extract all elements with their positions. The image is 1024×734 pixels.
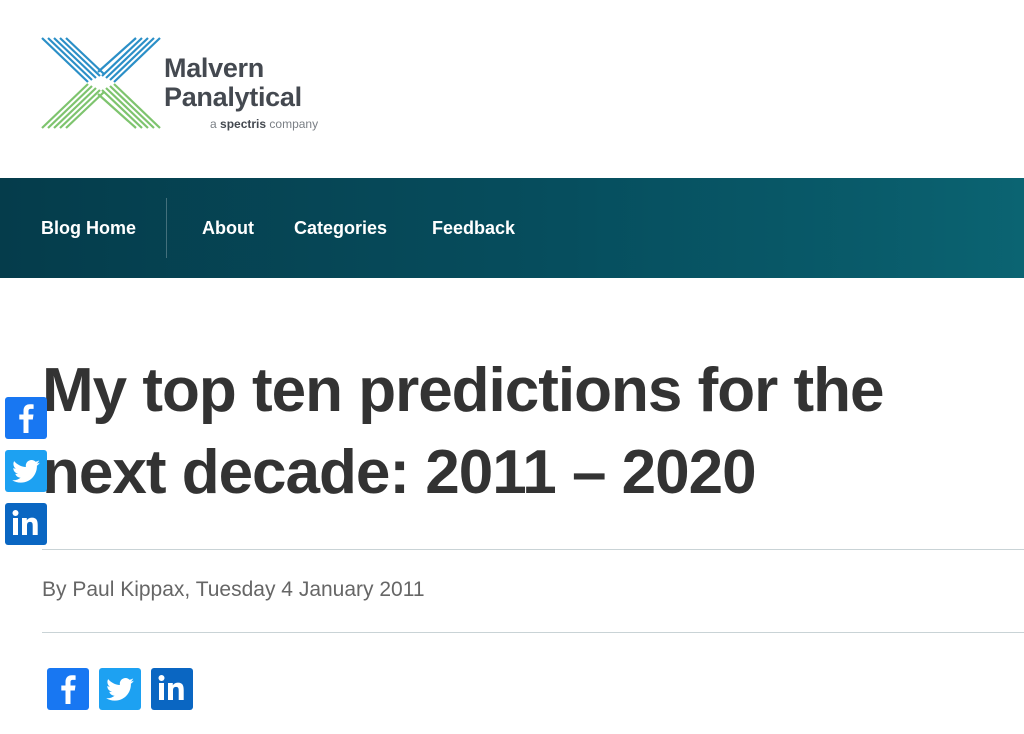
logo-mark-icon [41, 37, 161, 129]
tagline-brand: spectris [220, 117, 267, 131]
nav-about[interactable]: About [202, 178, 254, 278]
malvern-panalytical-logo[interactable]: Malvern Panalytical a spectris company [40, 36, 340, 136]
share-twitter-button[interactable] [99, 668, 141, 710]
tagline-prefix: a [210, 117, 217, 131]
article-title: My top ten predictions for the next deca… [42, 350, 1012, 514]
tagline-suffix: company [269, 117, 319, 131]
nav-feedback[interactable]: Feedback [432, 178, 515, 278]
nav-divider [166, 198, 167, 258]
site-header: Malvern Panalytical a spectris company [0, 0, 1024, 178]
nav-blog-home[interactable]: Blog Home [41, 178, 136, 278]
floating-share-linkedin[interactable] [5, 503, 47, 545]
logo-tagline: a spectris company [210, 117, 318, 131]
title-line-1: My top ten predictions for the [42, 356, 884, 425]
facebook-icon [61, 675, 76, 704]
divider-top [42, 549, 1024, 550]
nav-categories[interactable]: Categories [294, 178, 387, 278]
linkedin-icon [12, 510, 38, 535]
logo-line-1: Malvern [164, 53, 264, 83]
logo-wordmark: Malvern Panalytical [164, 54, 302, 112]
divider-bottom [42, 632, 1024, 633]
article-byline: By Paul Kippax, Tuesday 4 January 2011 [42, 578, 425, 601]
floating-share-facebook[interactable] [5, 397, 47, 439]
share-linkedin-button[interactable] [151, 668, 193, 710]
facebook-icon [19, 404, 34, 433]
twitter-icon [106, 678, 134, 701]
main-nav: Blog Home About Categories Feedback [0, 178, 1024, 278]
logo-line-2: Panalytical [164, 82, 302, 112]
title-line-2: next decade: 2011 – 2020 [42, 438, 757, 507]
share-facebook-button[interactable] [47, 668, 89, 710]
floating-share-twitter[interactable] [5, 450, 47, 492]
linkedin-icon [158, 675, 184, 700]
twitter-icon [12, 460, 40, 483]
